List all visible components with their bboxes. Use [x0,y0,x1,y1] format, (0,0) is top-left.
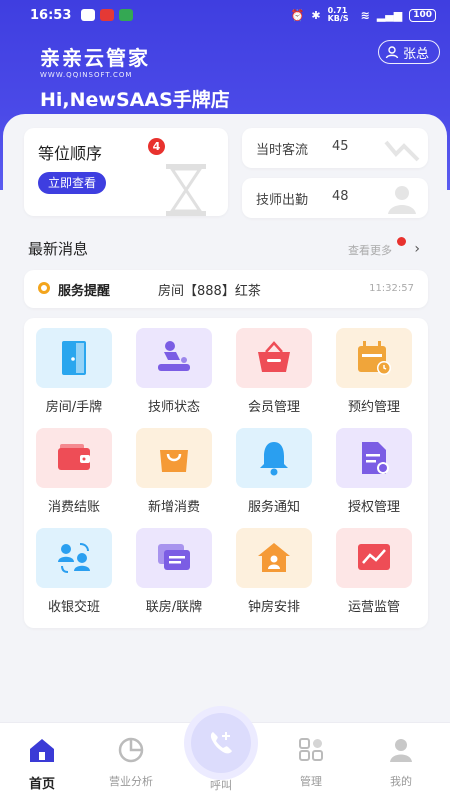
bluetooth-icon: ✱ [311,8,321,22]
grid-tile-label: 会员管理 [247,400,300,415]
grid-tile-5[interactable]: 消费结账 [24,428,124,528]
customer-flow-label: 当时客流 [256,143,309,158]
person-icon [390,739,412,762]
grid-tile-7[interactable]: 服务通知 [224,428,324,528]
network-speed: 0.71 KB/S [327,6,349,23]
nav-business-analysis-label: 营业分析 [109,775,153,788]
status-bar: 16:53 ⏰ ✱ 0.71 KB/S ≋ ▂▄▆ 100 [0,0,450,30]
video-app-icon [100,9,115,21]
battery-icon: 100 [409,8,436,22]
message-text: 房间【888】红茶 [158,284,261,299]
message-dot-icon [38,282,50,294]
trend-icon [336,528,412,588]
grid-tile-label: 预约管理 [347,400,400,415]
signal-icon: ▂▄▆ [376,8,403,22]
message-type: 服务提醒 [58,284,111,299]
grid-tile-label: 收银交班 [47,600,100,615]
nav-home-label: 首页 [28,777,55,792]
nav-management-label: 管理 [300,775,322,788]
grid-tile-10[interactable]: 联房/联牌 [124,528,224,628]
status-time: 16:53 [30,7,72,23]
bag-icon [136,428,212,488]
trend-chart-icon [384,140,420,162]
nav-management[interactable]: 管理 [276,737,346,789]
hourglass-icon [166,164,206,216]
nav-business-analysis[interactable]: 营业分析 [96,737,166,789]
view-now-button[interactable]: 立即查看 [38,172,107,194]
message-time: 11:32:57 [369,283,414,294]
grid-tile-9[interactable]: 收银交班 [24,528,124,628]
calendar-icon [336,328,412,388]
user-account-button[interactable]: 张总 [377,40,440,64]
grid-tile-3[interactable]: 会员管理 [224,328,324,428]
grid-tile-2[interactable]: 技师状态 [124,328,224,428]
store-app-icon [119,9,134,21]
pie-chart-icon [118,737,144,763]
view-more-link[interactable]: 查看更多 [348,242,392,258]
grid-tile-label: 新增消费 [147,500,200,515]
house-icon [236,528,312,588]
technician-icon [388,186,416,214]
grid-tile-6[interactable]: 新增消费 [124,428,224,528]
call-button[interactable] [184,706,258,780]
alarm-icon: ⏰ [290,8,305,22]
grid-tile-11[interactable]: 钟房安排 [224,528,324,628]
wifi-icon: ≋ [360,8,370,22]
basket-icon [236,328,312,388]
news-message-item[interactable]: 服务提醒 房间【888】红茶 11:32:57 [24,270,428,308]
nav-mine[interactable]: 我的 [366,737,436,789]
grid-tile-label: 运营监管 [347,600,400,615]
grid-tile-label: 钟房安排 [247,600,300,615]
grid-tile-4[interactable]: 预约管理 [324,328,424,428]
grid-tile-label: 技师状态 [147,400,200,415]
brand-site: WWW.QQINSOFT.COM [40,71,133,79]
grid-icon [299,738,323,761]
grid-tile-label: 房间/手牌 [45,400,103,415]
unread-dot [397,237,406,246]
customer-flow-value: 45 [332,139,349,154]
door-icon [36,328,112,388]
person-icon [385,46,399,59]
nav-home[interactable]: 首页 [7,737,77,792]
nav-mine-label: 我的 [390,775,412,788]
grid-tile-label: 联房/联牌 [145,600,203,615]
grid-tile-label: 消费结账 [47,500,100,515]
grid-tile-8[interactable]: 授权管理 [324,428,424,528]
grid-tile-label: 授权管理 [347,500,400,515]
nav-call-label: 呼叫 [210,779,232,792]
user-name: 张总 [402,46,429,62]
handover-icon [36,528,112,588]
brand-name: 亲亲云管家 [40,46,150,70]
wallet-icon [36,428,112,488]
chevron-right-icon[interactable]: › [414,241,420,257]
grid-tile-1[interactable]: 房间/手牌 [24,328,124,428]
queue-card[interactable]: 等位顺序 4 立即查看 [24,128,228,216]
brand-logo: 亲亲云管家 WWW.QQINSOFT.COM [40,42,150,79]
grid-tile-label: 服务通知 [247,500,300,515]
function-grid: 房间/手牌 技师状态 会员管理 预约管理消费结账 新增消费 服务通知 授权管理收银交班 联房/… [24,318,428,628]
customer-flow-card[interactable]: 当时客流 45 [242,128,428,168]
home-icon [30,739,54,762]
cards-icon [136,528,212,588]
queue-title: 等位顺序 [38,144,103,163]
phone-icon [210,732,232,754]
massage-icon [136,328,212,388]
app-notification-icon [81,9,96,21]
grid-tile-12[interactable]: 运营监管 [324,528,424,628]
queue-count-badge: 4 [148,138,165,155]
store-greeting: Hi,NewSAAS手牌店 [40,89,230,111]
technician-attendance-label: 技师出勤 [256,193,309,208]
bell-icon [236,428,312,488]
latest-news-title: 最新消息 [28,240,89,258]
technician-attendance-card[interactable]: 技师出勤 48 [242,178,428,218]
technician-attendance-value: 48 [332,189,349,204]
document-icon [336,428,412,488]
